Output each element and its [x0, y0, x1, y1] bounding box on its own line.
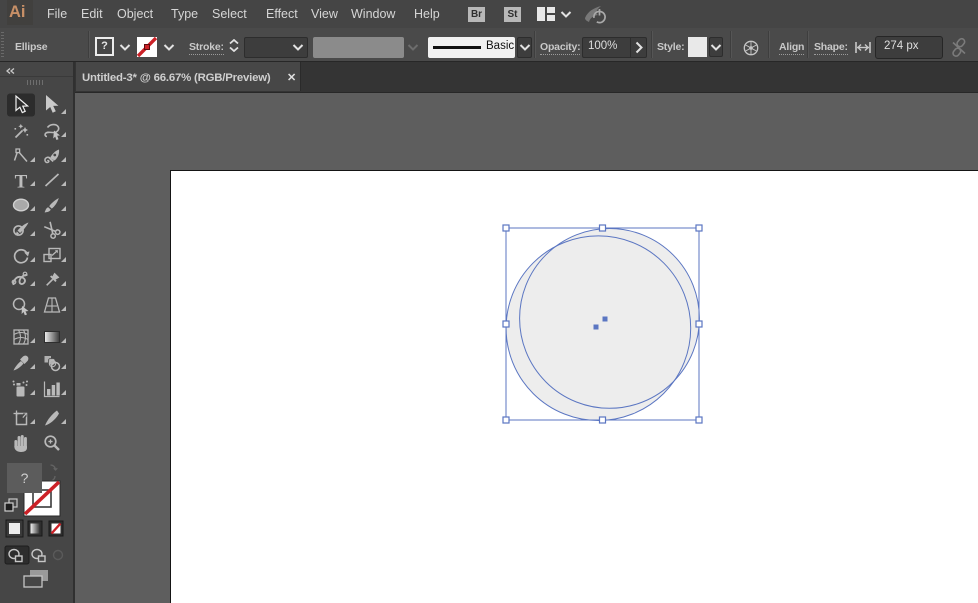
svg-text:?: ? [21, 470, 29, 486]
svg-text:T: T [15, 172, 28, 193]
